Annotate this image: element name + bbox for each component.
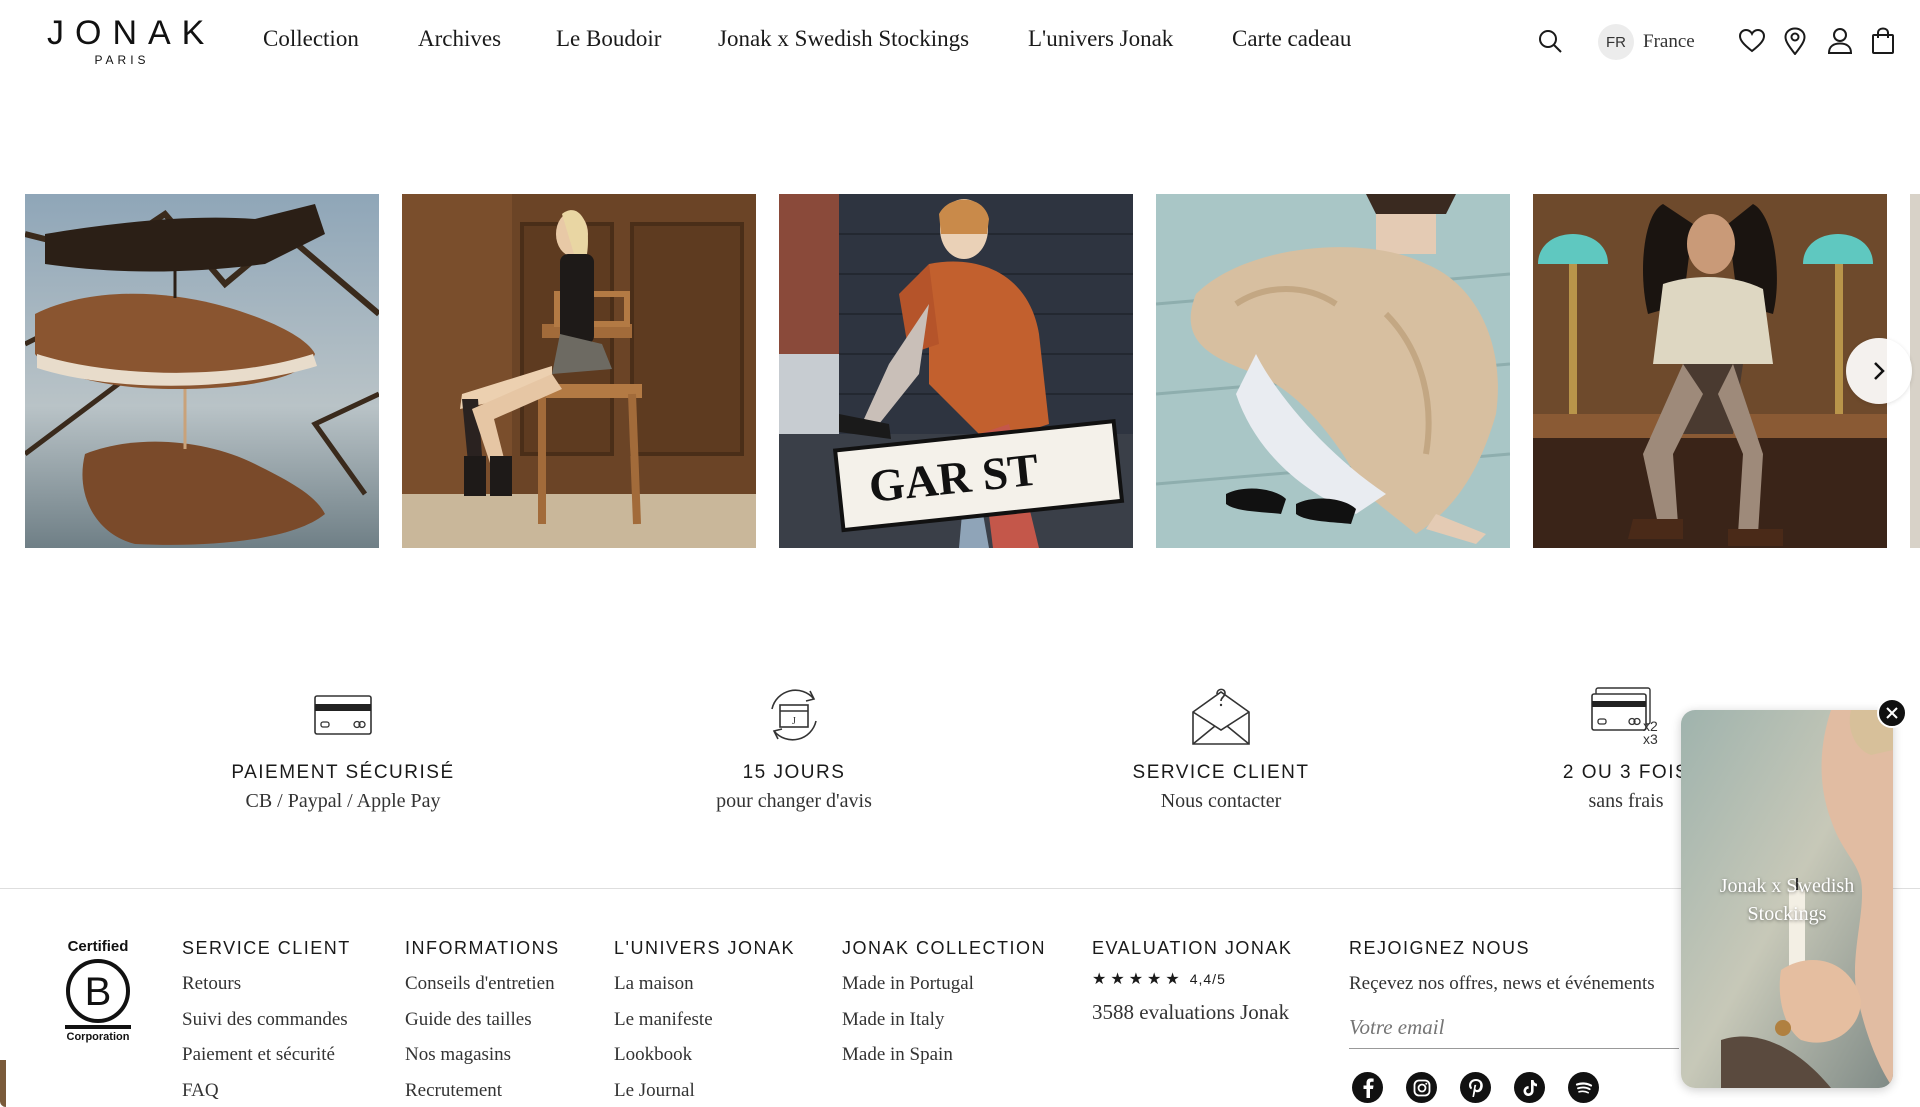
footer-link-la-maison[interactable]: La maison <box>614 973 795 1009</box>
footer-col-title: JONAK COLLECTION <box>842 938 1047 958</box>
spotify-icon[interactable] <box>1568 1072 1599 1103</box>
bcorp-certified-label: Certified <box>67 938 129 955</box>
instagram-icon[interactable] <box>1406 1072 1437 1103</box>
feature-subtitle: Nous contacter <box>1160 790 1282 812</box>
pinterest-icon[interactable] <box>1460 1072 1491 1103</box>
slide-brown-sneakers-on-branch[interactable] <box>25 194 379 548</box>
feature-secure-payment[interactable]: PAIEMENT SÉCURISÉ CB / Paypal / Apple Pa… <box>193 680 493 813</box>
popup-close-button[interactable] <box>1877 698 1907 728</box>
newsletter-email-input[interactable] <box>1349 1015 1679 1049</box>
footer-col-title: INFORMATIONS <box>405 938 560 958</box>
footer-link-suivi-commandes[interactable]: Suivi des commandes <box>182 1009 351 1045</box>
footer-rating: EVALUATION JONAK ★★★★★ 4,4/5 3588 evaluat… <box>1092 938 1292 1025</box>
slide-woman-orange-coat-street-sign[interactable]: GAR ST <box>779 194 1133 548</box>
bcorp-corporation-label: Corporation <box>66 1031 130 1043</box>
footer-col-title: SERVICE CLIENT <box>182 938 351 958</box>
footer-link-le-journal[interactable]: Le Journal <box>614 1080 795 1107</box>
feature-title: SERVICE CLIENT <box>1132 762 1310 783</box>
country-label: France <box>1643 31 1695 52</box>
carousel-next-button[interactable] <box>1846 338 1912 404</box>
footer-col-service-client: SERVICE CLIENT Retours Suivi des command… <box>182 938 351 1107</box>
swedish-stockings-video-popup[interactable]: Jonak x Swedish Stockings <box>1681 710 1893 1088</box>
window-edge-decoration <box>0 1060 6 1107</box>
feature-subtitle: CB / Paypal / Apple Pay <box>245 790 441 812</box>
footer-link-made-in-italy[interactable]: Made in Italy <box>842 1009 1046 1045</box>
feature-title: PAIEMENT SÉCURISÉ <box>231 762 455 783</box>
search-icon[interactable] <box>1535 26 1565 56</box>
feature-title: 15 JOURS <box>742 762 846 783</box>
return-box-icon: J <box>644 680 944 750</box>
nav-item-collection[interactable]: Collection <box>263 26 359 52</box>
footer-link-lookbook[interactable]: Lookbook <box>614 1044 795 1080</box>
b-corp-logo: B <box>65 959 131 1029</box>
star-icons: ★★★★★ <box>1092 969 1184 988</box>
footer-link-retours[interactable]: Retours <box>182 973 351 1009</box>
bcorp-letter: B <box>85 970 112 1014</box>
footer-link-le-manifeste[interactable]: Le manifeste <box>614 1009 795 1045</box>
slide-woman-fur-jacket-crouching[interactable] <box>1156 194 1510 548</box>
footer-link-guide-tailles[interactable]: Guide des tailles <box>405 1009 560 1045</box>
credit-card-icon <box>193 680 493 750</box>
facebook-icon[interactable] <box>1352 1072 1383 1103</box>
shopping-bag-icon[interactable] <box>1868 26 1898 56</box>
footer-link-faq[interactable]: FAQ <box>182 1080 351 1107</box>
footer-newsletter: REJOIGNEZ NOUS Reçevez nos offres, news … <box>1349 938 1679 1049</box>
feature-returns[interactable]: J 15 JOURS pour changer d'avis <box>644 680 944 813</box>
rating-count-link[interactable]: 3588 evaluations Jonak <box>1092 1000 1292 1025</box>
newsletter-subtitle: Reçevez nos offres, news et événements <box>1349 973 1655 994</box>
popup-caption: Jonak x Swedish Stockings <box>1681 872 1893 928</box>
footer-col-title: EVALUATION JONAK <box>1092 938 1293 958</box>
nav-item-le-boudoir[interactable]: Le Boudoir <box>556 26 661 52</box>
tiktok-icon[interactable] <box>1514 1072 1545 1103</box>
footer-link-paiement-securite[interactable]: Paiement et sécurité <box>182 1044 351 1080</box>
chevron-right-icon <box>1874 362 1885 380</box>
user-icon[interactable] <box>1825 26 1855 56</box>
nav-item-swedish-stockings[interactable]: Jonak x Swedish Stockings <box>718 26 969 52</box>
rating-score: 4,4/5 <box>1189 971 1226 987</box>
location-pin-icon[interactable] <box>1780 26 1810 56</box>
footer-link-recrutement[interactable]: Recrutement <box>405 1080 560 1107</box>
slide-woman-seated-wood-chair[interactable] <box>402 194 756 548</box>
envelope-question-icon <box>1071 680 1371 750</box>
nav-item-archives[interactable]: Archives <box>418 26 501 52</box>
slide-woman-knee-socks-teal-lamps[interactable] <box>1533 194 1887 548</box>
footer-col-title: L'UNIVERS JONAK <box>614 938 795 958</box>
site-header: JONAK PARIS Collection Archives Le Boudo… <box>0 0 1920 90</box>
feature-customer-service[interactable]: SERVICE CLIENT Nous contacter <box>1071 680 1371 813</box>
feature-subtitle: pour changer d'avis <box>716 790 872 812</box>
lookbook-carousel: GAR ST <box>0 194 1920 548</box>
footer-link-made-in-portugal[interactable]: Made in Portugal <box>842 973 1046 1009</box>
footer-col-univers-jonak: L'UNIVERS JONAK La maison Le manifeste L… <box>614 938 795 1107</box>
nav-item-univers-jonak[interactable]: L'univers Jonak <box>1028 26 1173 52</box>
footer-link-made-in-spain[interactable]: Made in Spain <box>842 1044 1046 1080</box>
footer-col-jonak-collection: JONAK COLLECTION Made in Portugal Made i… <box>842 938 1046 1080</box>
heart-icon[interactable] <box>1737 26 1767 56</box>
svg-text:J: J <box>792 716 796 727</box>
b-corp-badge: Certified B Corporation <box>60 938 136 1043</box>
popup-caption-line1: Jonak x Swedish <box>1719 875 1855 897</box>
footer-link-conseils-entretien[interactable]: Conseils d'entretien <box>405 973 560 1009</box>
nav-item-carte-cadeau[interactable]: Carte cadeau <box>1232 26 1351 52</box>
installments-badge-x3: x3 <box>1643 731 1658 746</box>
popup-caption-line2: Stockings <box>1747 903 1827 925</box>
rating-stars: ★★★★★ 4,4/5 <box>1092 969 1292 988</box>
footer-link-nos-magasins[interactable]: Nos magasins <box>405 1044 560 1080</box>
country-selector[interactable]: FR France <box>1598 24 1702 60</box>
footer-col-title: REJOIGNEZ NOUS <box>1349 938 1531 958</box>
footer-divider <box>0 888 1920 889</box>
footer-col-informations: INFORMATIONS Conseils d'entretien Guide … <box>405 938 560 1107</box>
close-icon <box>1886 707 1898 719</box>
language-badge: FR <box>1598 24 1634 60</box>
